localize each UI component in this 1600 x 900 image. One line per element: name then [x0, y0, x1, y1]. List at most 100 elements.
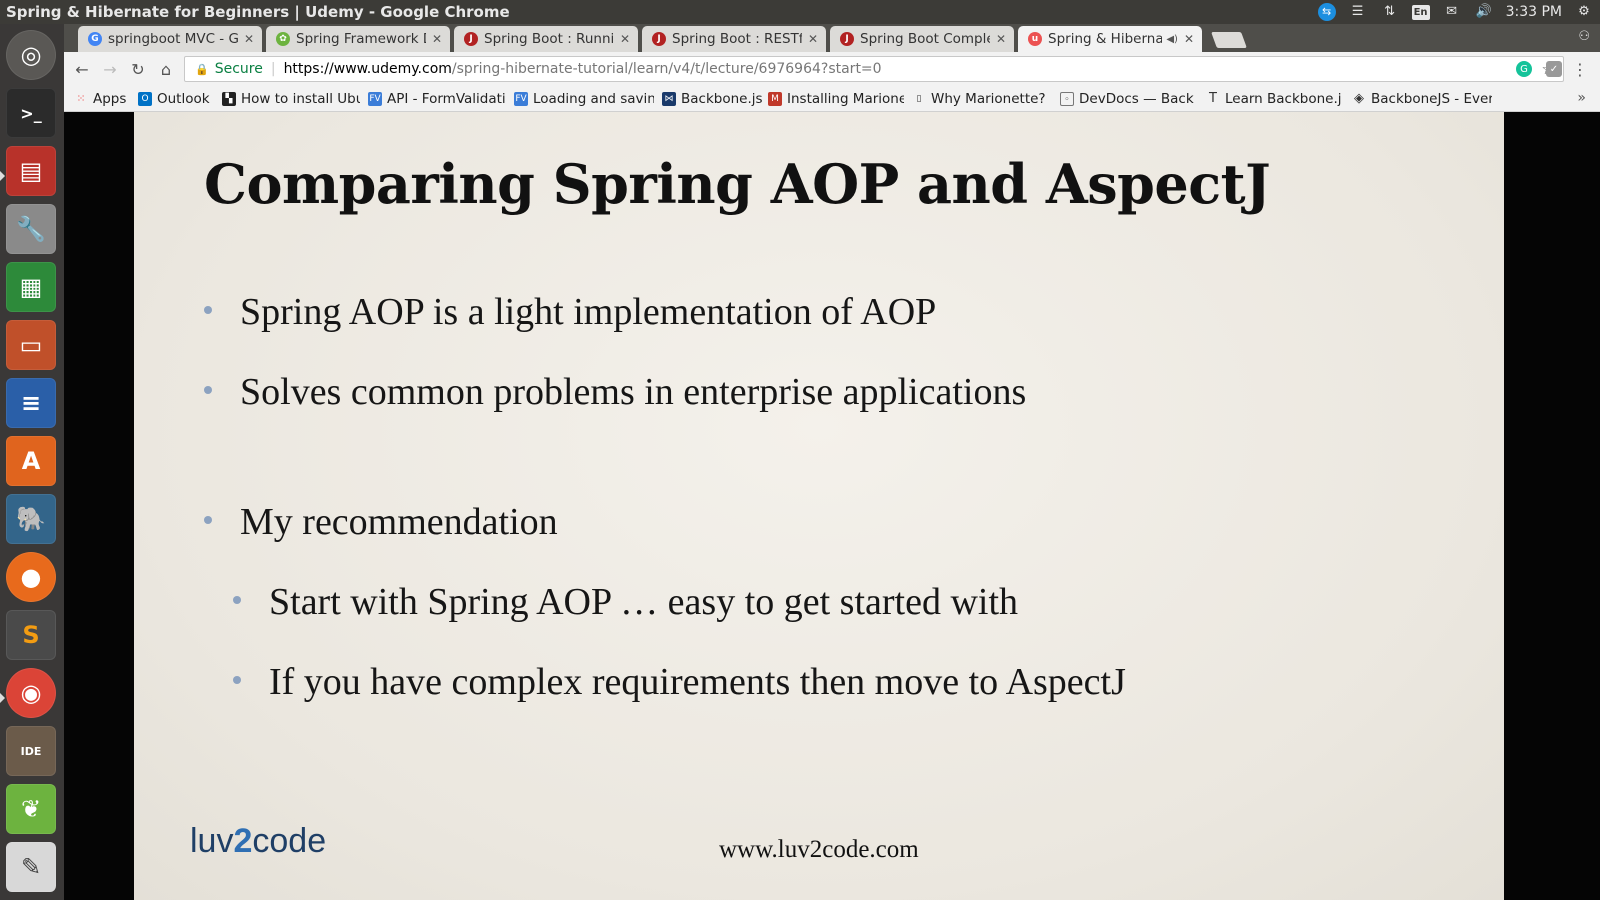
slide-bullet: Spring AOP is a light implementation of …: [204, 290, 937, 334]
bookmark-install-ubuntu[interactable]: ▚ How to install Ubu: [222, 90, 360, 108]
settings-gear-icon[interactable]: ⚙: [1574, 3, 1594, 21]
browser-toolbar: ← → ↻ ⌂ 🔒 Secure | https://www.udemy.com…: [64, 52, 1600, 86]
spring-tool-suite-icon[interactable]: ❦: [6, 784, 56, 834]
shield-extension-icon[interactable]: ✓: [1546, 61, 1562, 77]
bookmark-installing-marionette[interactable]: M Installing Marione: [768, 90, 904, 108]
text-icon: T: [1209, 91, 1217, 106]
website-footer: www.luv2code.com: [719, 836, 919, 863]
launcher-indicator: [0, 171, 5, 181]
chrome-icon[interactable]: ◉: [6, 668, 56, 718]
libreoffice-calc-icon[interactable]: ▦: [6, 262, 56, 312]
terminal-icon[interactable]: >_: [6, 88, 56, 138]
browser-tab-strip: G springboot MVC - Go ✕ ✿ Spring Framewo…: [64, 24, 1600, 52]
bookmark-label: How to install Ubu: [241, 91, 360, 107]
firefox-icon[interactable]: ●: [6, 552, 56, 602]
bookmark-why-marionette[interactable]: ▯ Why Marionette?: [912, 90, 1048, 108]
bullet-text: Spring AOP is a light implementation of …: [240, 291, 937, 333]
bookmark-loading-saving[interactable]: FV Loading and savin: [514, 90, 654, 108]
software-center-icon[interactable]: A: [6, 436, 56, 486]
bullet-dot-icon: [233, 596, 241, 604]
bookmark-label: Outlook: [157, 91, 210, 107]
bookmark-formvalidation-api[interactable]: FV API - FormValidati: [368, 90, 508, 108]
grammarly-icon[interactable]: G: [1516, 61, 1532, 77]
window-title: Spring & Hibernate for Beginners | Udemy…: [6, 3, 510, 21]
bookmark-backbone[interactable]: ⋈ Backbone.js: [662, 90, 762, 108]
marionette-icon: M: [768, 92, 782, 106]
file-manager-icon[interactable]: ▤: [6, 146, 56, 196]
clipboard-icon[interactable]: ☰: [1348, 3, 1368, 21]
libreoffice-writer-icon[interactable]: ≡: [6, 378, 56, 428]
diamond-icon: ◈: [1354, 91, 1364, 106]
close-icon[interactable]: ✕: [996, 32, 1006, 46]
jb-icon: J: [840, 32, 854, 46]
lecture-slide[interactable]: Comparing Spring AOP and AspectJ Spring …: [134, 112, 1504, 900]
libreoffice-impress-icon[interactable]: ▭: [6, 320, 56, 370]
bookmark-learn-backbone[interactable]: T Learn Backbone.js: [1206, 90, 1342, 108]
ubuntu-dash-icon[interactable]: ◎: [6, 30, 56, 80]
tab-spring-boot-restful[interactable]: J Spring Boot : RESTfu ✕: [642, 26, 826, 52]
reload-icon[interactable]: ↻: [128, 60, 148, 79]
bookmark-outlook[interactable]: O Outlook: [138, 90, 218, 108]
forward-arrow-icon[interactable]: →: [100, 60, 120, 79]
tab-spring-framework[interactable]: ✿ Spring Framework D ✕: [266, 26, 450, 52]
system-settings-icon[interactable]: 🔧: [6, 204, 56, 254]
tab-label: Spring Boot Complet: [860, 31, 990, 47]
menu-icon[interactable]: ⋮: [1570, 60, 1590, 79]
back-arrow-icon[interactable]: ←: [72, 60, 92, 79]
sublime-text-icon[interactable]: S: [6, 610, 56, 660]
bookmark-label: Apps: [93, 91, 127, 107]
secure-label: Secure: [214, 61, 263, 77]
bullet-text: Solves common problems in enterprise app…: [240, 371, 1027, 413]
address-bar[interactable]: 🔒 Secure | https://www.udemy.com /spring…: [184, 56, 1564, 82]
bookmark-label: API - FormValidati: [387, 91, 506, 107]
devdocs-icon: ◦: [1060, 92, 1074, 106]
bookmark-backbonejs-everything[interactable]: ◈ BackboneJS - Ever: [1352, 90, 1492, 108]
bookmark-devdocs[interactable]: ◦ DevDocs — Backb: [1060, 90, 1194, 108]
bookmarks-overflow-chevron-icon[interactable]: »: [1577, 90, 1586, 106]
url-path: /spring-hibernate-tutorial/learn/v4/t/le…: [451, 61, 882, 77]
unity-launcher: ◎ >_ ▤ 🔧 ▦ ▭ ≡ A 🐘 ● S ◉ IDE ❦ ✎: [0, 24, 64, 900]
jb-icon: J: [652, 32, 666, 46]
bookmark-label: Learn Backbone.js: [1225, 91, 1342, 107]
udemy-icon: u: [1028, 32, 1042, 46]
logo-text-left: luv: [190, 822, 234, 860]
bullet-text: Start with Spring AOP … easy to get star…: [269, 581, 1019, 623]
bullet-dot-icon: [204, 386, 212, 394]
close-icon[interactable]: ✕: [244, 32, 254, 46]
mail-icon[interactable]: ✉: [1442, 3, 1462, 21]
bullet-text: My recommendation: [240, 501, 558, 543]
volume-icon[interactable]: 🔊: [1474, 3, 1494, 21]
clock[interactable]: 3:33 PM: [1506, 4, 1562, 20]
new-tab-button[interactable]: [1211, 32, 1247, 48]
tab-spring-boot-complete[interactable]: J Spring Boot Complet ✕: [830, 26, 1014, 52]
close-icon[interactable]: ✕: [432, 32, 442, 46]
close-icon[interactable]: ✕: [808, 32, 818, 46]
close-icon[interactable]: ✕: [1184, 32, 1194, 46]
bookmark-apps[interactable]: ⁙ Apps: [74, 90, 138, 108]
network-icon[interactable]: ⇅: [1380, 3, 1400, 21]
url-host: https://www.udemy.com: [283, 61, 452, 77]
tab-label: Spring Boot : RESTfu: [672, 31, 802, 47]
slide-bullet: Solves common problems in enterprise app…: [204, 370, 1027, 414]
home-icon[interactable]: ⌂: [156, 60, 176, 79]
bookmark-label: Loading and savin: [533, 91, 654, 107]
postgresql-icon[interactable]: 🐘: [6, 494, 56, 544]
close-icon[interactable]: ✕: [620, 32, 630, 46]
tab-springboot-mvc[interactable]: G springboot MVC - Go ✕: [78, 26, 262, 52]
bookmark-label: Backbone.js: [681, 91, 762, 107]
tab-spring-boot-running[interactable]: J Spring Boot : Runnin ✕: [454, 26, 638, 52]
tab-spring-hibernate-active[interactable]: u Spring & Hibernat ◀) ✕: [1018, 26, 1202, 52]
bullet-dot-icon: [204, 516, 212, 524]
bullet-dot-icon: [204, 306, 212, 314]
speaker-icon[interactable]: ◀): [1166, 34, 1178, 45]
eclipse-java-ee-icon[interactable]: IDE: [6, 726, 56, 776]
fv-icon: FV: [368, 92, 382, 106]
keyboard-language-indicator[interactable]: En: [1411, 4, 1430, 20]
slide-bullet: My recommendation: [204, 500, 558, 544]
tab-label: Spring & Hibernat: [1048, 31, 1163, 47]
teamviewer-icon[interactable]: ⇆: [1317, 3, 1336, 21]
user-profile-icon[interactable]: ⚇: [1578, 29, 1590, 44]
google-icon: G: [88, 32, 102, 46]
jb-icon: J: [464, 32, 478, 46]
text-editor-icon[interactable]: ✎: [6, 842, 56, 892]
